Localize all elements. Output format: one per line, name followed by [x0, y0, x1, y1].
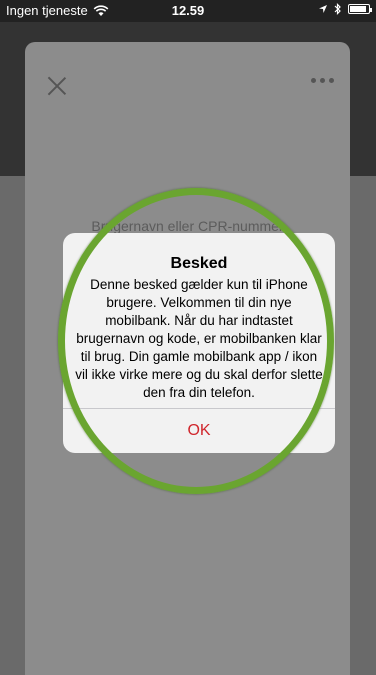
status-bar: Ingen tjeneste 12.59	[0, 0, 376, 22]
highlight-ring	[58, 188, 334, 494]
status-right	[318, 3, 372, 15]
close-icon[interactable]	[47, 76, 67, 96]
battery-icon	[348, 4, 372, 14]
location-icon	[319, 5, 327, 13]
bluetooth-icon	[334, 3, 341, 15]
more-icon[interactable]	[311, 78, 334, 83]
